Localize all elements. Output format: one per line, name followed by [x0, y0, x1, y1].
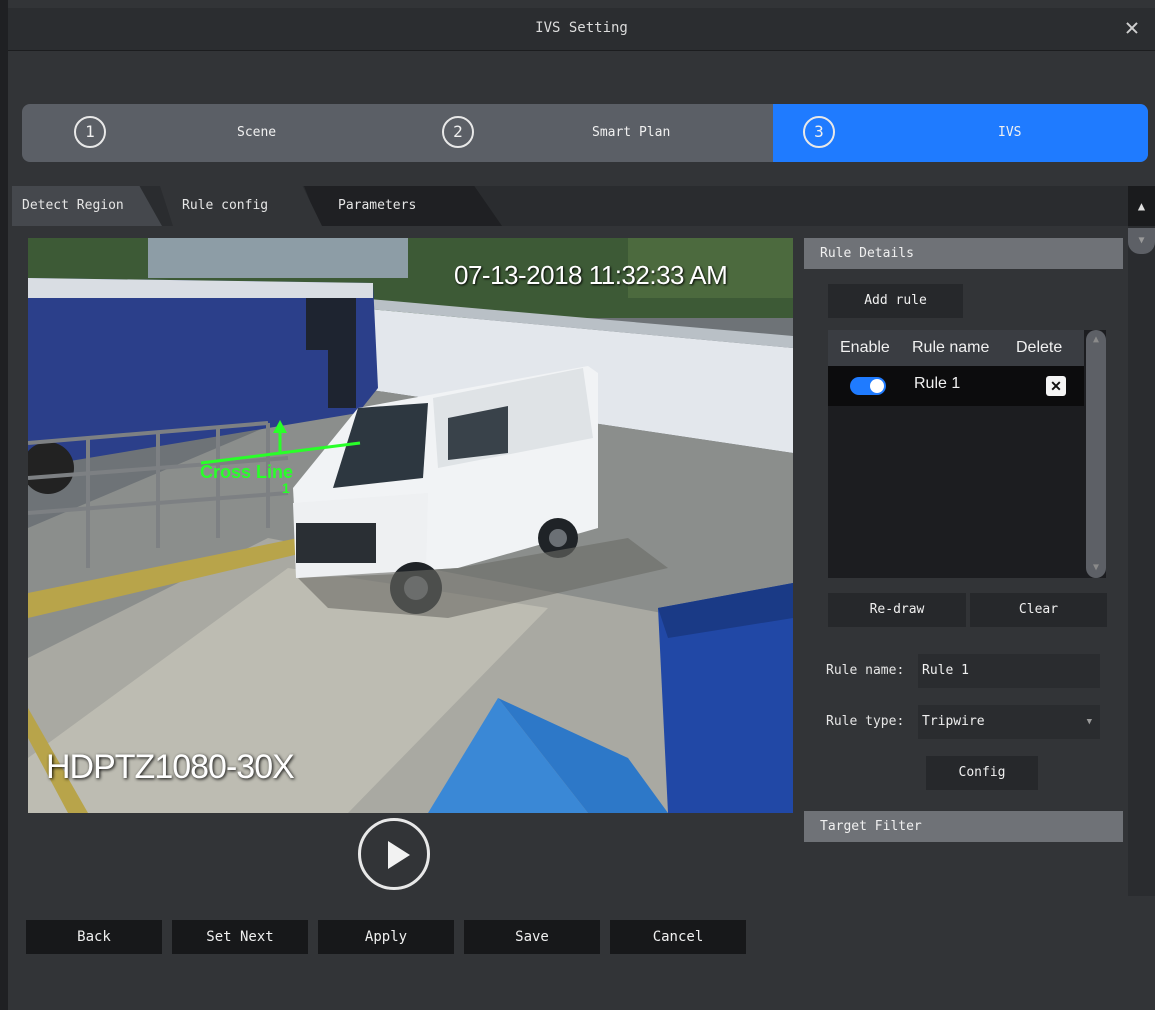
step-label: Scene	[237, 125, 277, 140]
add-rule-button[interactable]: Add rule	[828, 284, 963, 318]
toggle-knob	[870, 379, 884, 393]
back-button[interactable]: Back	[26, 920, 162, 954]
tab-detect-region[interactable]: Detect Region	[12, 186, 162, 226]
title-bar: IVS Setting ✕	[8, 8, 1155, 51]
tripwire-overlay-name: Cross Line	[200, 462, 294, 482]
rule-table: Enable Rule name Delete Rule 1 ✕ ▲ ▼	[828, 330, 1106, 578]
cancel-button[interactable]: Cancel	[610, 920, 746, 954]
column-rule-name: Rule name	[912, 339, 990, 356]
ivs-setting-window: IVS Setting ✕ 1 Scene 2 Smart Plan 3 IVS…	[0, 0, 1155, 1010]
scroll-down-icon[interactable]: ▼	[1086, 558, 1106, 578]
chevron-down-icon: ▼	[1086, 717, 1092, 727]
step-smart-plan[interactable]: 2 Smart Plan	[397, 104, 772, 162]
rule-enable-toggle[interactable]	[850, 377, 886, 395]
scroll-down-icon[interactable]: ▼	[1128, 228, 1155, 254]
wizard-steps: 1 Scene 2 Smart Plan 3 IVS	[22, 104, 1148, 162]
step-number: 3	[803, 116, 835, 148]
window-left-edge	[0, 0, 8, 1010]
rule-details-header[interactable]: Rule Details	[804, 238, 1123, 269]
play-icon	[388, 841, 410, 869]
window-title: IVS Setting	[535, 20, 628, 36]
video-timestamp: 07-13-2018 11:32:33 AM	[454, 260, 728, 290]
step-scene[interactable]: 1 Scene	[22, 104, 397, 162]
step-number: 1	[74, 116, 106, 148]
tripwire-overlay-label: Cross Line 1	[200, 462, 294, 496]
step-number: 2	[442, 116, 474, 148]
rule-details-panel: Rule Details Add rule Enable Rule name D…	[804, 238, 1123, 843]
rule-name-cell: Rule 1	[914, 375, 961, 392]
rule-type-select[interactable]: Tripwire ▼	[918, 705, 1100, 739]
step-ivs[interactable]: 3 IVS	[773, 104, 1148, 162]
scroll-up-icon[interactable]: ▲	[1086, 330, 1106, 350]
tripwire-overlay-index: 1	[282, 480, 290, 496]
play-button[interactable]	[358, 818, 430, 890]
table-row[interactable]: Rule 1 ✕	[828, 366, 1084, 406]
column-delete: Delete	[1016, 339, 1063, 356]
rule-name-field[interactable]: Rule 1	[918, 654, 1100, 688]
rule-type-label: Rule type:	[826, 714, 905, 729]
rule-table-scrollbar[interactable]: ▲ ▼	[1086, 330, 1106, 578]
config-button[interactable]: Config	[926, 756, 1038, 790]
step-label: Smart Plan	[592, 125, 671, 140]
camera-scene-image	[28, 238, 793, 813]
camera-model-overlay: HDPTZ1080-30X	[46, 748, 295, 786]
rule-name-label: Rule name:	[826, 663, 905, 678]
tab-parameters[interactable]: Parameters	[304, 186, 502, 226]
step-label: IVS	[998, 125, 1022, 140]
target-filter-header[interactable]: Target Filter	[804, 811, 1123, 842]
apply-button[interactable]: Apply	[318, 920, 454, 954]
clear-button[interactable]: Clear	[970, 593, 1107, 627]
tab-bar: Detect Region Parameters Rule config	[12, 186, 1128, 226]
scroll-up-icon[interactable]: ▲	[1128, 186, 1155, 226]
close-icon[interactable]: ✕	[1119, 14, 1145, 40]
tab-rule-config[interactable]: Rule config	[160, 186, 322, 226]
redraw-button[interactable]: Re-draw	[828, 593, 966, 627]
video-preview[interactable]: 07-13-2018 11:32:33 AM Cross Line 1 HDPT…	[28, 238, 793, 813]
set-next-button[interactable]: Set Next	[172, 920, 308, 954]
rule-type-value: Tripwire	[922, 714, 985, 729]
rule-table-header: Enable Rule name Delete	[828, 330, 1084, 366]
delete-rule-icon[interactable]: ✕	[1046, 376, 1066, 396]
column-enable: Enable	[840, 339, 890, 356]
page-scrollbar[interactable]: ▲ ▼	[1128, 186, 1155, 896]
save-button[interactable]: Save	[464, 920, 600, 954]
